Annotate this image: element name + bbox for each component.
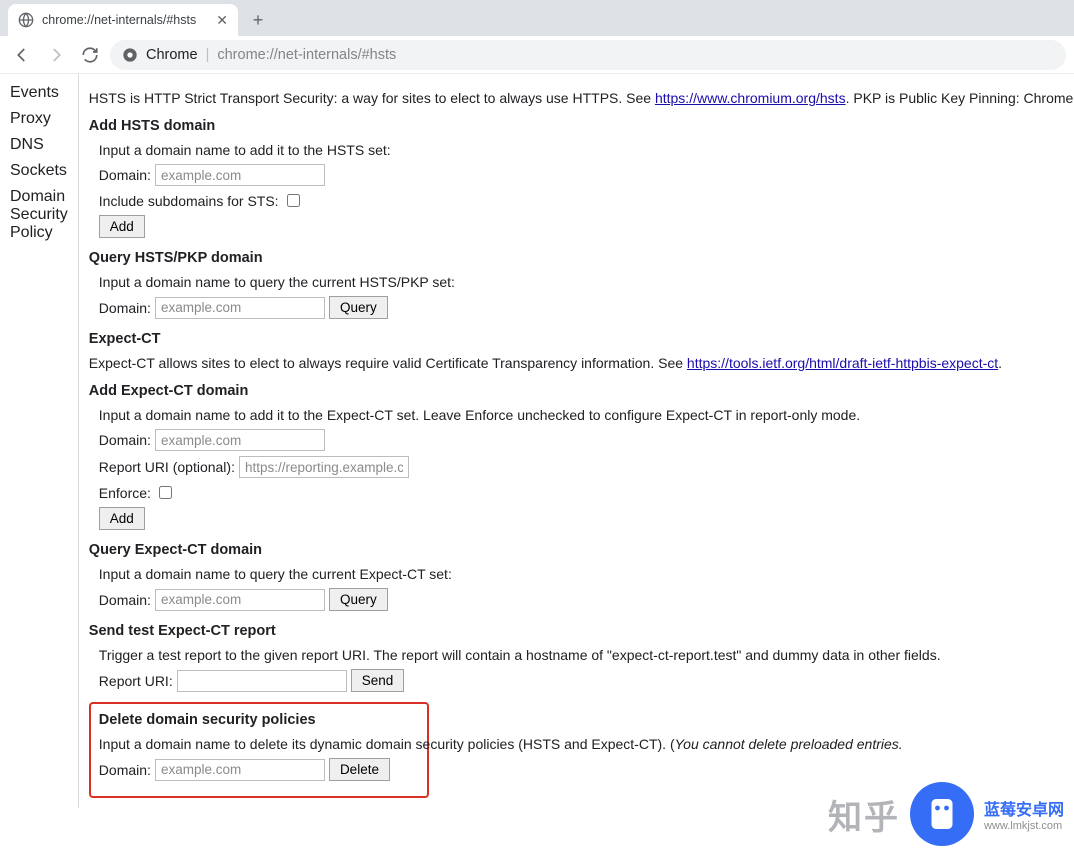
query-hsts-domain-label: Domain: — [99, 300, 151, 316]
hsts-intro-link[interactable]: https://www.chromium.org/hsts — [655, 90, 846, 106]
query-expect-button[interactable]: Query — [329, 588, 388, 611]
zhihu-watermark: 知乎 — [828, 790, 900, 839]
close-icon[interactable]: ✕ — [216, 12, 228, 29]
add-expect-heading: Add Expect-CT domain — [89, 383, 1074, 399]
query-hsts-domain-input[interactable] — [155, 297, 325, 319]
delete-heading: Delete domain security policies — [99, 712, 419, 728]
sidebar-item-proxy[interactable]: Proxy — [0, 106, 78, 132]
expect-ct-heading: Expect-CT — [89, 331, 1074, 347]
add-expect-report-label: Report URI (optional): — [99, 459, 235, 475]
expect-ct-intro-link[interactable]: https://tools.ietf.org/html/draft-ietf-h… — [687, 355, 998, 371]
hsts-intro-suffix: . PKP is Public Key Pinning: Chrome "pin… — [846, 90, 1074, 106]
query-expect-domain-label: Domain: — [99, 592, 151, 608]
sidebar-item-events[interactable]: Events — [0, 80, 78, 106]
tab-strip: chrome://net-internals/#hsts ✕ + — [0, 0, 1074, 36]
query-expect-heading: Query Expect-CT domain — [89, 542, 1074, 558]
sidebar: Events Proxy DNS Sockets Domain Security… — [0, 74, 79, 808]
add-hsts-subdomain-checkbox[interactable] — [287, 194, 300, 207]
delete-instruction-prefix: Input a domain name to delete its dynami… — [99, 736, 675, 752]
add-expect-domain-label: Domain: — [99, 432, 151, 448]
add-expect-instruction: Input a domain name to add it to the Exp… — [99, 407, 1074, 423]
back-button[interactable] — [8, 41, 36, 69]
delete-section: Delete domain security policies Input a … — [89, 702, 429, 798]
query-hsts-button[interactable]: Query — [329, 296, 388, 319]
content-area: HSTS is HTTP Strict Transport Security: … — [79, 74, 1074, 808]
add-hsts-button[interactable]: Add — [99, 215, 145, 238]
globe-icon — [18, 12, 34, 28]
add-expect-enforce-checkbox[interactable] — [159, 486, 172, 499]
sidebar-item-dns[interactable]: DNS — [0, 132, 78, 158]
sidebar-item-sockets[interactable]: Sockets — [0, 158, 78, 184]
add-hsts-subdomain-label: Include subdomains for STS: — [99, 193, 279, 209]
send-test-button[interactable]: Send — [351, 669, 405, 692]
lanmei-logo-icon — [910, 782, 974, 846]
send-test-report-input[interactable] — [177, 670, 347, 692]
query-hsts-instruction: Input a domain name to query the current… — [99, 274, 1074, 290]
send-test-report-label: Report URI: — [99, 673, 173, 689]
add-expect-report-input[interactable] — [239, 456, 409, 478]
delete-domain-label: Domain: — [99, 762, 151, 778]
query-expect-domain-input[interactable] — [155, 589, 325, 611]
send-test-instruction: Trigger a test report to the given repor… — [99, 647, 1074, 663]
tab-title: chrome://net-internals/#hsts — [42, 13, 196, 27]
browser-tab[interactable]: chrome://net-internals/#hsts ✕ — [8, 4, 238, 36]
new-tab-button[interactable]: + — [244, 6, 272, 34]
omnibox-separator: | — [206, 47, 210, 63]
query-expect-instruction: Input a domain name to query the current… — [99, 566, 1074, 582]
forward-button[interactable] — [42, 41, 70, 69]
query-hsts-heading: Query HSTS/PKP domain — [89, 250, 1074, 266]
address-bar[interactable]: Chrome | chrome://net-internals/#hsts — [110, 40, 1066, 70]
delete-button[interactable]: Delete — [329, 758, 390, 781]
toolbar: Chrome | chrome://net-internals/#hsts — [0, 36, 1074, 74]
omnibox-url: chrome://net-internals/#hsts — [217, 47, 396, 63]
reload-button[interactable] — [76, 41, 104, 69]
add-hsts-domain-label: Domain: — [99, 167, 151, 183]
send-test-heading: Send test Expect-CT report — [89, 623, 1074, 639]
add-hsts-instruction: Input a domain name to add it to the HST… — [99, 142, 1074, 158]
add-hsts-heading: Add HSTS domain — [89, 118, 1074, 134]
add-expect-domain-input[interactable] — [155, 429, 325, 451]
add-expect-button[interactable]: Add — [99, 507, 145, 530]
expect-ct-intro-prefix: Expect-CT allows sites to elect to alway… — [89, 355, 687, 371]
omnibox-origin: Chrome — [146, 47, 198, 63]
add-expect-enforce-label: Enforce: — [99, 485, 151, 501]
chrome-icon — [122, 47, 138, 63]
sidebar-item-domain-security[interactable]: Domain Security Policy — [0, 184, 78, 246]
expect-ct-intro-suffix: . — [998, 355, 1002, 371]
add-hsts-domain-input[interactable] — [155, 164, 325, 186]
lanmei-url: www.lmkjst.com — [984, 820, 1064, 832]
delete-domain-input[interactable] — [155, 759, 325, 781]
watermark: 知乎 蓝莓安卓网 www.lmkjst.com — [828, 782, 1064, 846]
delete-instruction-italic: You cannot delete preloaded entries. — [675, 736, 903, 752]
lanmei-brand: 蓝莓安卓网 — [984, 796, 1064, 820]
hsts-intro-prefix: HSTS is HTTP Strict Transport Security: … — [89, 90, 655, 106]
